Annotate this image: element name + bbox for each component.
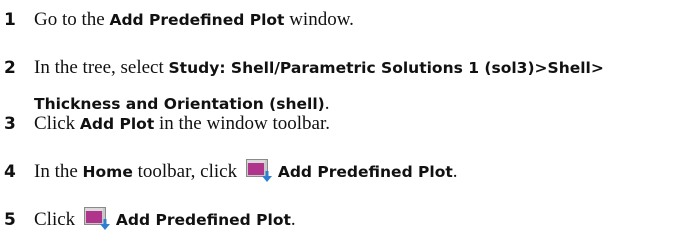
step-number: 5 (4, 210, 16, 230)
step-number: 4 (4, 162, 16, 182)
ui-reference: Home (82, 163, 133, 181)
step-text: Go to the Add Predefined Plot window. (34, 9, 354, 30)
step-number: 1 (4, 10, 16, 30)
step-text: Click Add Predefined Plot. (34, 207, 296, 230)
ui-reference: Add Predefined Plot (115, 211, 291, 229)
step-text: Click Add Plot in the window toolbar. (34, 113, 330, 134)
add-predefined-plot-icon (83, 207, 110, 230)
step-number: 2 (4, 58, 16, 78)
add-predefined-plot-icon (245, 159, 272, 182)
step-text: In the Home toolbar, click Add Predefine… (34, 159, 458, 182)
ui-reference: Add Predefined Plot (109, 11, 285, 29)
ui-reference: Add Predefined Plot (277, 163, 453, 181)
ui-reference: Study: Shell/Parametric Solutions 1 (sol… (168, 59, 604, 77)
step-number: 3 (4, 114, 16, 134)
ui-reference: Add Plot (79, 115, 155, 133)
